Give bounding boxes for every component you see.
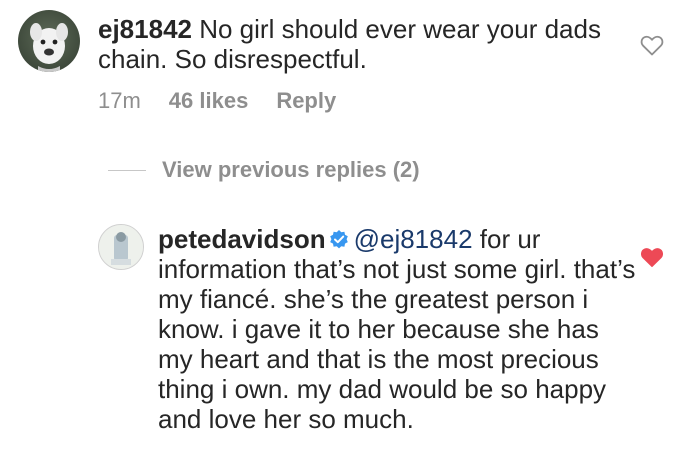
view-replies-label[interactable]: View previous replies (2) [162, 157, 420, 183]
comment-2: petedavidson @ej81842 for ur information… [158, 224, 638, 434]
comment-1: ej81842 No girl should ever wear your da… [98, 14, 618, 74]
comment-body: for ur information that’s not just some … [158, 224, 636, 434]
heart-outline-icon[interactable] [640, 34, 664, 56]
verified-badge-icon [329, 230, 348, 249]
comment-time: 17m [98, 88, 141, 113]
mention-link[interactable]: @ej81842 [354, 224, 473, 254]
view-previous-replies[interactable]: View previous replies (2) [108, 154, 420, 186]
likes-count[interactable]: 46 likes [169, 88, 249, 114]
comment-username[interactable]: ej81842 [98, 14, 192, 44]
reply-button[interactable]: Reply [276, 88, 336, 114]
comment-1-meta: 17m 46 likes Reply [98, 88, 336, 114]
avatar-ej81842[interactable] [18, 10, 80, 72]
person-avatar-image [99, 225, 143, 269]
heart-filled-icon[interactable] [640, 246, 664, 268]
dog-avatar-image [30, 23, 68, 72]
avatar-petedavidson[interactable] [98, 224, 144, 270]
divider-line [108, 169, 146, 171]
comment-username-verified[interactable]: petedavidson [158, 224, 326, 254]
